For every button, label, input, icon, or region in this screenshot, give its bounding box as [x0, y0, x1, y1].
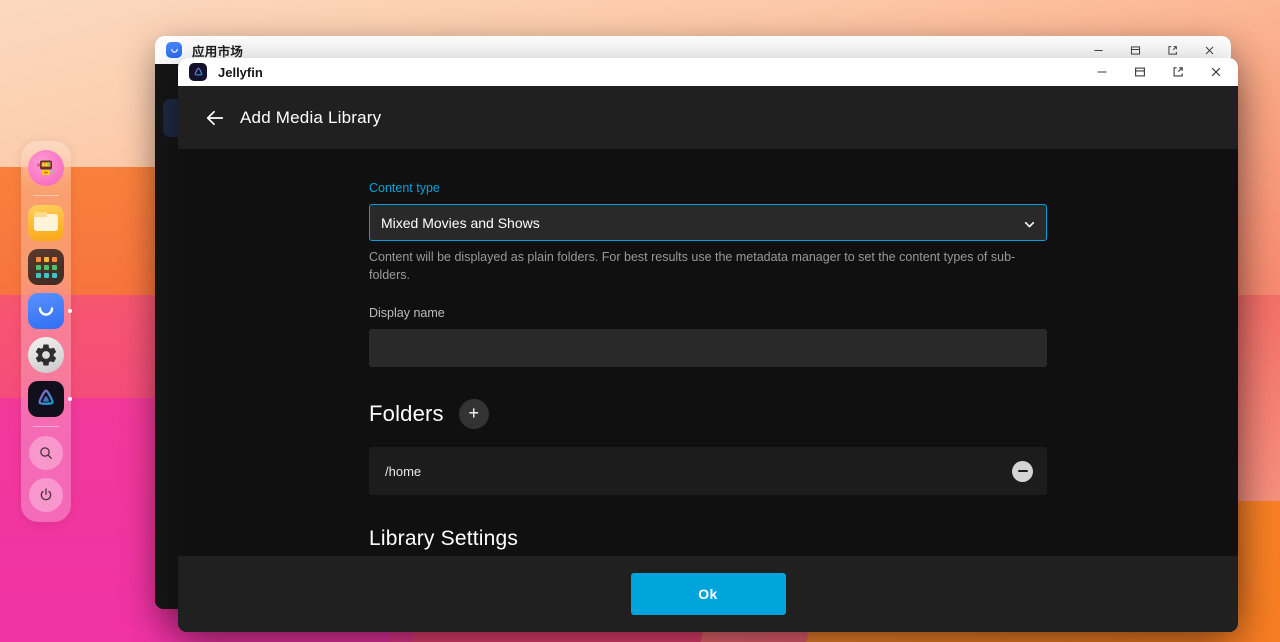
restore-button[interactable]	[1130, 62, 1150, 82]
add-folder-button[interactable]: +	[458, 399, 489, 430]
content-type-select[interactable]: Mixed Movies and Shows	[369, 204, 1047, 241]
minimize-icon	[1097, 71, 1107, 73]
gear-icon	[28, 337, 64, 373]
external-link-icon	[1173, 67, 1183, 77]
dock-separator-top	[33, 195, 59, 196]
running-indicator-app-store	[68, 309, 72, 313]
page-title: Add Media Library	[240, 107, 382, 127]
restore-icon	[1135, 67, 1145, 77]
dialog-footer: Ok	[178, 556, 1238, 632]
dock	[21, 141, 72, 522]
jellyfin-icon	[28, 381, 64, 417]
jellyfin-titlebar[interactable]: Jellyfin	[178, 58, 1238, 86]
jellyfin-window-controls	[1092, 62, 1230, 82]
content-type-help-text: Content will be displayed as plain folde…	[369, 250, 1016, 283]
add-media-library-form: Content type Mixed Movies and Shows Cont…	[369, 149, 1047, 556]
close-icon	[1211, 67, 1221, 77]
popout-button[interactable]	[1168, 62, 1188, 82]
content-type-field: Content type Mixed Movies and Shows Cont…	[369, 181, 1047, 284]
dock-item-applications[interactable]	[28, 249, 64, 285]
close-icon[interactable]	[1199, 40, 1219, 60]
app-grid-icon	[28, 249, 64, 285]
jellyfin-window-title: Jellyfin	[218, 64, 263, 80]
jellyfin-icon	[189, 63, 207, 81]
app-store-icon	[28, 293, 64, 329]
jellyfin-window[interactable]: Jellyfin Add Media Library Content type …	[178, 58, 1238, 632]
app-store-window-controls	[1088, 40, 1223, 60]
dock-item-jellyfin[interactable]	[28, 381, 72, 417]
arrow-left-icon	[206, 110, 224, 125]
display-name-input[interactable]	[369, 329, 1047, 368]
dock-item-files[interactable]	[28, 205, 64, 241]
back-button[interactable]	[198, 101, 232, 135]
search-icon	[40, 447, 52, 459]
content-type-value: Mixed Movies and Shows	[381, 214, 540, 231]
display-name-field: Display name	[369, 306, 1047, 368]
close-button[interactable]	[1206, 62, 1226, 82]
dock-item-avatar[interactable]	[28, 150, 64, 186]
dialog-content: Content type Mixed Movies and Shows Cont…	[178, 149, 1238, 556]
page-header: Add Media Library	[178, 86, 1238, 149]
ok-button[interactable]: Ok	[630, 573, 786, 615]
dock-search-button[interactable]	[29, 436, 63, 470]
folder-list-item[interactable]: /home	[369, 447, 1047, 496]
plus-icon: +	[468, 403, 480, 424]
folders-section-header: Folders +	[369, 399, 1047, 430]
dock-item-settings[interactable]	[28, 337, 64, 373]
app-store-icon	[166, 42, 182, 58]
dock-power-button[interactable]	[29, 478, 63, 512]
folder-path: /home	[385, 463, 422, 479]
user-avatar-icon	[28, 150, 64, 186]
power-icon	[40, 488, 52, 501]
restore-icon[interactable]	[1125, 40, 1145, 60]
folders-heading: Folders	[369, 401, 444, 427]
external-link-icon[interactable]	[1162, 40, 1182, 60]
dock-separator-bottom	[33, 426, 59, 427]
content-type-label: Content type	[369, 181, 440, 195]
minimize-button[interactable]	[1092, 62, 1112, 82]
running-indicator-jellyfin	[68, 397, 72, 401]
dock-item-app-store[interactable]	[28, 293, 72, 329]
minus-circle-icon	[1017, 470, 1028, 473]
content-type-select-wrap: Mixed Movies and Shows	[369, 204, 1047, 241]
library-settings-heading: Library Settings	[369, 527, 519, 551]
remove-folder-button[interactable]	[1012, 460, 1033, 482]
app-store-title: 应用市场	[192, 44, 244, 59]
folder-icon	[28, 205, 64, 241]
display-name-label: Display name	[369, 306, 445, 321]
minimize-icon[interactable]	[1088, 40, 1108, 60]
